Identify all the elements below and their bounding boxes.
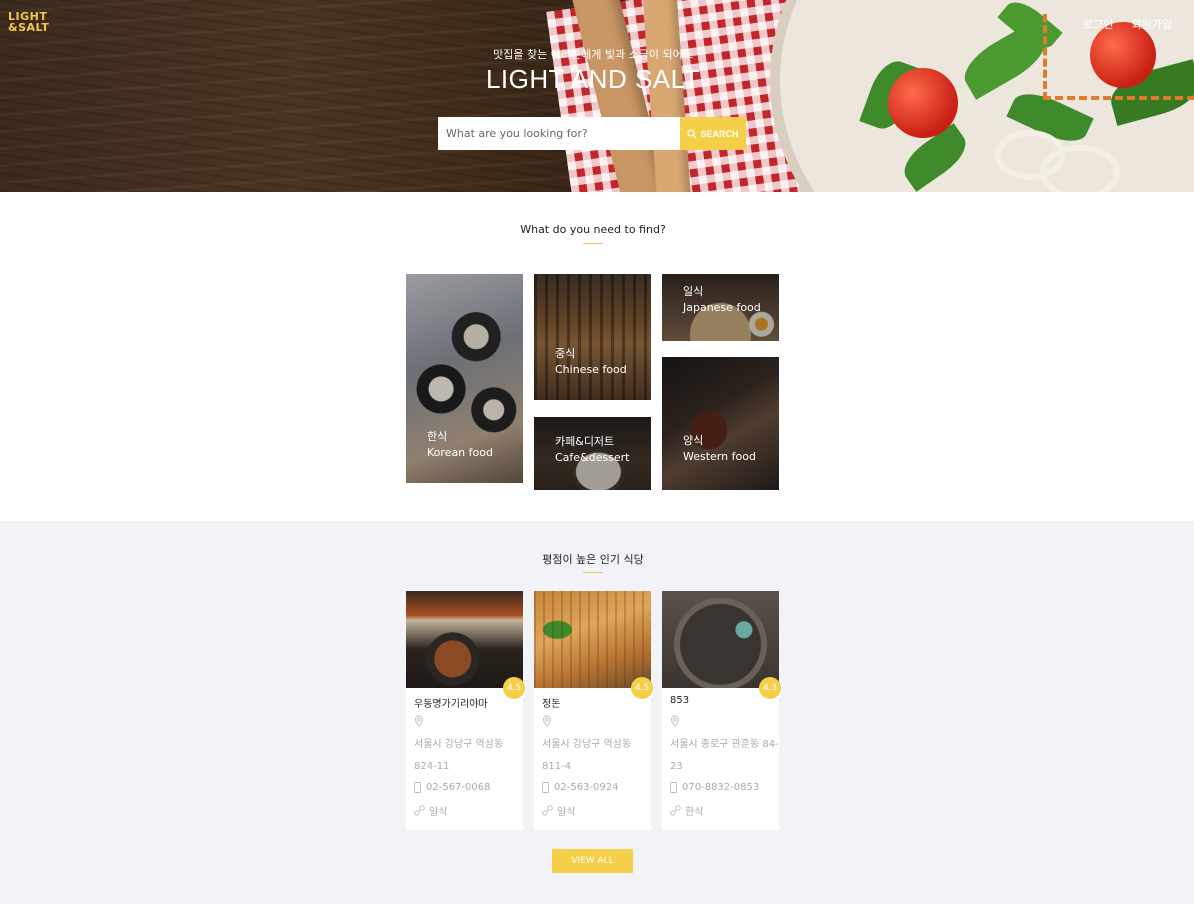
title-underline [583,243,603,244]
title-underline [583,572,603,573]
image-overlay [534,274,651,400]
category-chinese[interactable]: 중식 Chinese food [534,274,651,400]
search-button-label: SEARCH [700,128,739,139]
hero-banner [0,0,1194,192]
location-pin-icon [543,715,551,727]
cuisine-label: 한식 [685,807,704,818]
location-pin-icon [415,715,423,727]
restaurant-photo [534,591,651,688]
category-en: Korean food [427,446,493,459]
link-icon [670,805,681,816]
category-en: Japanese food [683,301,761,314]
location-pin-icon [671,715,679,727]
restaurant-phone: 070-8832-0853 [670,782,759,793]
squid-ring [1040,145,1120,192]
restaurant-address: 서울시 강남구 역삼동 811-4 [542,739,632,772]
restaurant-card[interactable]: 4.5 우동명가기리야마 서울시 강남구 역삼동 824-11 02-567-0… [406,591,525,830]
link-icon [542,805,553,816]
find-section-title: What do you need to find? [520,223,666,236]
link-icon [414,805,425,816]
phone-number: 02-567-0068 [426,782,491,793]
category-korean[interactable]: 한식 Korean food [406,274,523,483]
category-ko: 중식 [555,347,576,360]
image-overlay [662,357,779,490]
popular-section-title: 평점이 높은 인기 식당 [542,553,644,566]
restaurant-name: 정돈 [542,699,561,710]
category-ko: 카페&디저트 [555,435,615,448]
view-all-button[interactable]: VIEW ALL [552,849,633,873]
restaurant-address: 서울시 종로구 관훈동 84-23 [670,739,779,772]
category-label: 카페&디저트 Cafe&dessert [555,434,629,466]
category-label: 중식 Chinese food [555,346,627,378]
search-icon [687,128,697,138]
category-ko: 양식 [683,434,704,447]
category-cafe[interactable]: 카페&디저트 Cafe&dessert [534,417,651,490]
restaurant-name: 우동명가기리야마 [414,699,488,710]
restaurant-phone: 02-567-0068 [414,782,490,793]
cuisine-label: 일식 [429,807,448,818]
category-en: Western food [683,450,756,463]
logo-line-2: &SALT [8,21,50,34]
hero-tagline: 맛집을 찾는 여러분에게 빛과 소금이 되어드 [493,48,693,61]
category-ko: 한식 [427,430,448,443]
phone-icon [414,782,421,793]
category-en: Chinese food [555,363,627,376]
restaurant-phone: 02-563-0924 [542,782,618,793]
search-bar: SEARCH [438,117,746,150]
category-label: 한식 Korean food [427,429,493,461]
category-western[interactable]: 양식 Western food [662,357,779,490]
category-en: Cafe&dessert [555,451,630,464]
category-ko: 일식 [683,285,704,298]
restaurant-cuisine: 일식 [542,803,575,818]
hero-title: LIGHT AND SALT [485,64,701,94]
restaurant-photo [406,591,523,688]
phone-number: 070-8832-0853 [682,782,760,793]
category-label: 양식 Western food [683,433,756,465]
search-button[interactable]: SEARCH [680,117,746,150]
restaurant-cuisine: 일식 [414,803,447,818]
logo[interactable]: LIGHT &SALT [8,11,49,33]
restaurant-card[interactable]: 4.3 853 서울시 종로구 관훈동 84-23 070-8832-0853 … [662,591,781,830]
restaurant-name: 853 [670,695,690,706]
category-label: 일식 Japanese food [683,284,761,316]
restaurant-photo [662,591,779,688]
phone-icon [670,782,677,793]
search-input[interactable] [438,117,680,150]
phone-number: 02-563-0924 [554,782,619,793]
phone-icon [542,782,549,793]
restaurant-address: 서울시 강남구 역삼동 824-11 [414,739,504,772]
cuisine-label: 일식 [557,807,576,818]
category-japanese[interactable]: 일식 Japanese food [662,274,779,341]
restaurant-card[interactable]: 4.5 정돈 서울시 강남구 역삼동 811-4 02-563-0924 일식 [534,591,653,830]
wood-texture [0,0,620,192]
restaurant-cuisine: 한식 [670,803,703,818]
